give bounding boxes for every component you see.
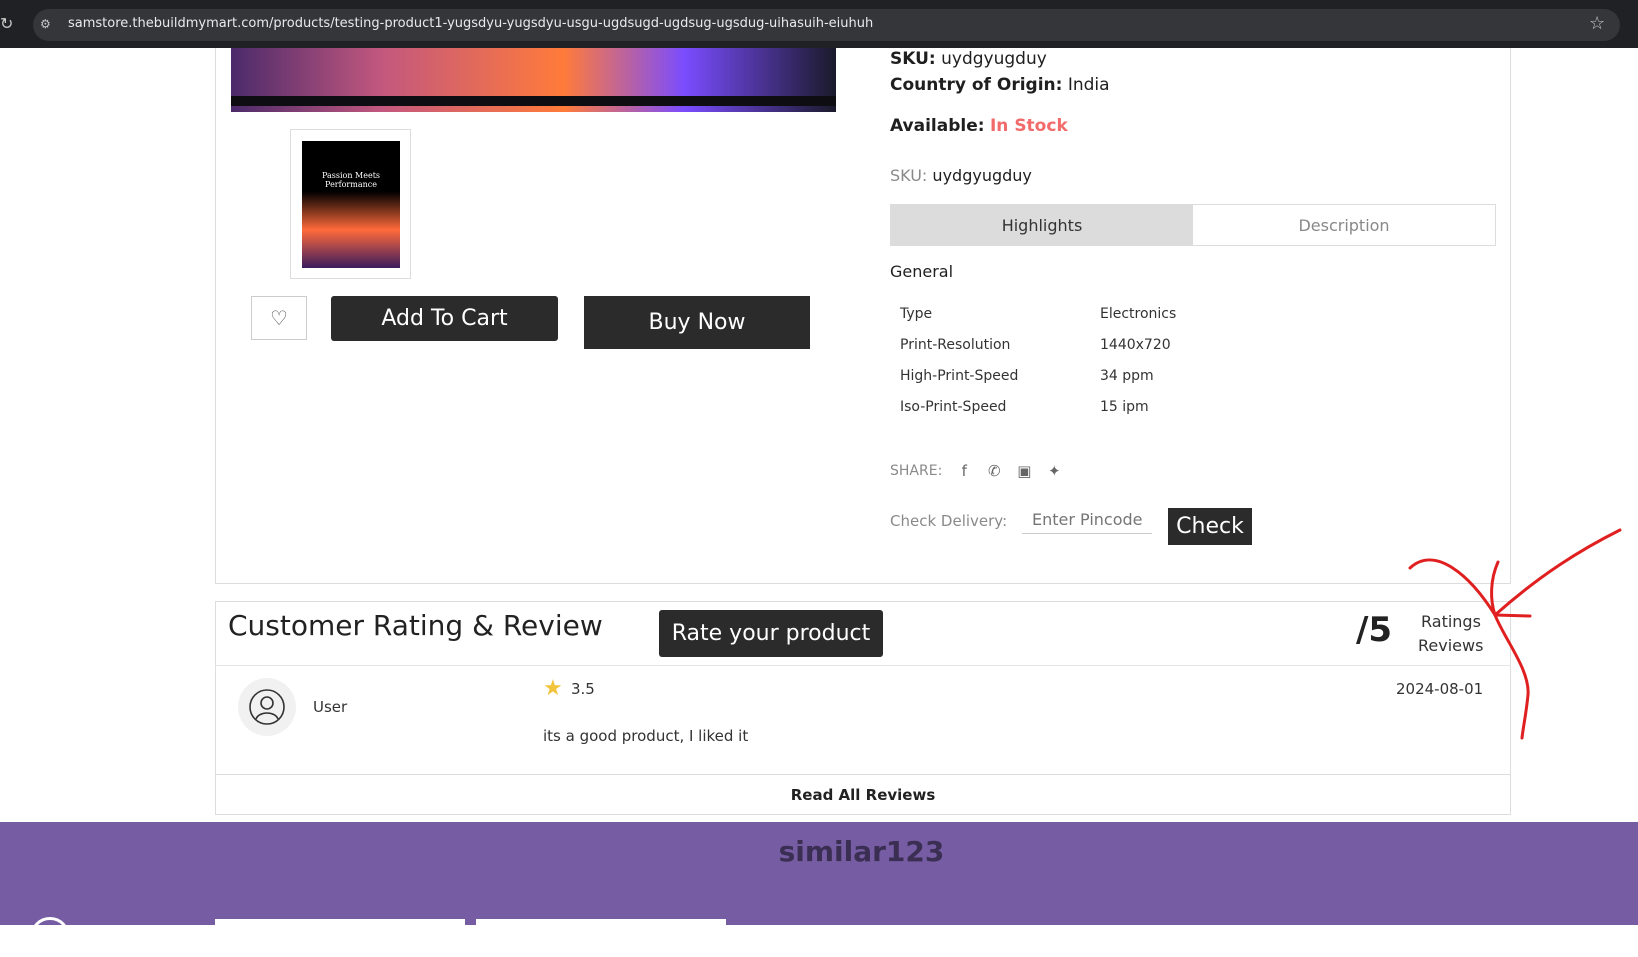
similar-heading: similar123	[778, 835, 945, 868]
stock-status: In Stock	[989, 116, 1068, 136]
share-label: SHARE:	[890, 463, 943, 479]
spec-row: Print-Resolution 1440x720	[900, 329, 1300, 360]
check-delivery-label: Check Delivery:	[890, 512, 1008, 530]
ratings-count-label: Ratings	[1421, 612, 1481, 631]
review-text: its a good product, I liked it	[543, 727, 749, 745]
general-heading: General	[890, 262, 954, 281]
site-info-icon[interactable]: ⚙	[40, 17, 56, 33]
origin-info: Country of Origin: India	[890, 75, 1110, 95]
similar-product-card[interactable]	[476, 919, 726, 925]
tab-description[interactable]: Description	[1193, 205, 1495, 245]
spec-row: Iso-Print-Speed 15 ipm	[900, 391, 1300, 422]
reload-icon[interactable]: ↻	[0, 14, 13, 33]
rate-product-button[interactable]: Rate your product	[659, 610, 883, 657]
review-heading: Customer Rating & Review	[228, 609, 603, 642]
instagram-icon[interactable]: ▣	[1016, 462, 1032, 480]
spec-row: Type Electronics	[900, 298, 1300, 329]
pincode-input[interactable]	[1022, 506, 1152, 534]
sku2-label: SKU:	[890, 166, 928, 185]
buy-now-button[interactable]: Buy Now	[584, 296, 810, 349]
avatar	[238, 678, 296, 736]
availability-info: Available: In Stock	[890, 116, 1068, 136]
sku2-value: uydgyugduy	[932, 166, 1032, 185]
origin-label: Country of Origin:	[890, 75, 1063, 95]
product-tabs: Highlights Description	[890, 204, 1496, 246]
heart-icon: ♡	[270, 306, 288, 330]
tab-highlights[interactable]: Highlights	[891, 205, 1193, 245]
sku-secondary: SKU: uydgyugduy	[890, 166, 1032, 185]
twitter-icon[interactable]: ✦	[1046, 462, 1062, 480]
spec-row: High-Print-Speed 34 ppm	[900, 360, 1300, 391]
thumbnail-image: Passion Meets Performance	[302, 141, 400, 268]
product-main-image	[231, 48, 836, 112]
available-label: Available:	[890, 116, 985, 136]
bookmark-star-icon[interactable]: ☆	[1589, 13, 1605, 34]
product-thumbnail[interactable]: Passion Meets Performance	[290, 129, 411, 279]
check-button[interactable]: Check	[1168, 508, 1252, 545]
spec-key: Type	[900, 305, 933, 322]
url-text[interactable]: samstore.thebuildmymart.com/products/tes…	[68, 16, 873, 31]
read-all-reviews-link[interactable]: Read All Reviews	[215, 775, 1511, 815]
sku-info: SKU: uydgyugduy	[890, 49, 1047, 69]
review-rating: 3.5	[571, 680, 595, 698]
sku-label: SKU:	[890, 49, 936, 69]
whatsapp-icon[interactable]: ✆	[986, 462, 1002, 480]
user-icon	[249, 689, 285, 725]
spec-value: 15 ipm	[1100, 398, 1149, 415]
review-user-name: User	[313, 698, 348, 716]
review-divider	[215, 665, 1511, 666]
facebook-icon[interactable]: f	[956, 462, 972, 480]
origin-value: India	[1067, 75, 1110, 95]
spec-value: 1440x720	[1100, 336, 1171, 353]
wishlist-button[interactable]: ♡	[251, 296, 307, 340]
rating-score: /5	[1356, 610, 1393, 650]
spec-key: Print-Resolution	[900, 336, 1011, 353]
spec-key: Iso-Print-Speed	[900, 398, 1007, 415]
review-date: 2024-08-01	[1396, 680, 1484, 698]
spec-value: Electronics	[1100, 305, 1177, 322]
share-row: SHARE: f ✆ ▣ ✦	[890, 462, 1062, 480]
add-to-cart-button[interactable]: Add To Cart	[331, 296, 558, 341]
spec-table: Type Electronics Print-Resolution 1440x7…	[900, 298, 1300, 422]
carousel-nav[interactable]	[30, 917, 70, 957]
spec-value: 34 ppm	[1100, 367, 1154, 384]
sku-value: uydgyugduy	[941, 49, 1047, 69]
star-icon: ★	[543, 676, 563, 701]
reviews-count-label: Reviews	[1418, 636, 1484, 655]
spec-key: High-Print-Speed	[900, 367, 1019, 384]
browser-toolbar: ↻ ⚙ samstore.thebuildmymart.com/products…	[0, 0, 1638, 48]
similar-product-card[interactable]	[215, 919, 465, 925]
